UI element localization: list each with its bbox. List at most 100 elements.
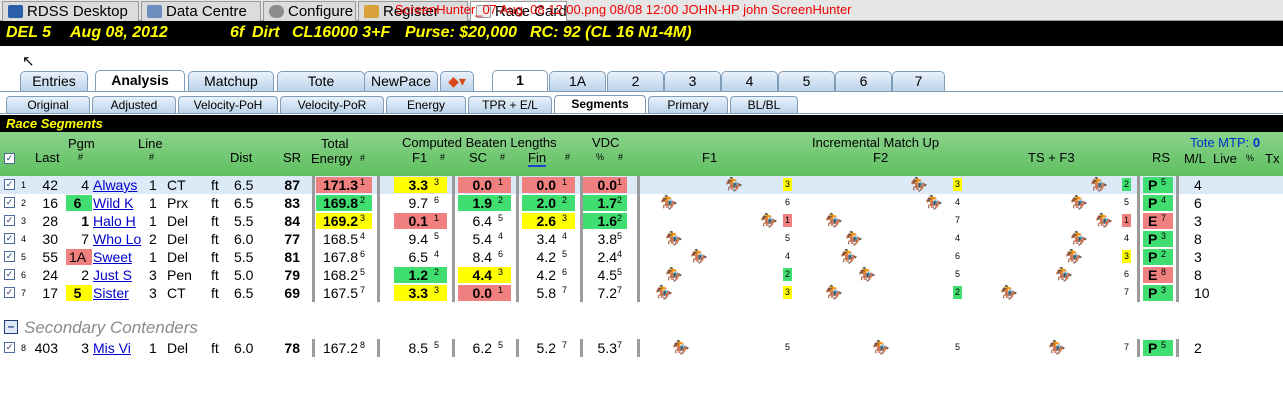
- horse-name-link[interactable]: Just S: [93, 267, 132, 283]
- table-row[interactable]: ✓ 1 42 4 Always 1 CT ft 6.5 87 171.3 1 3.3 3 0.0 1 0.0 1 0…: [0, 176, 1283, 194]
- line-number: 1: [149, 340, 157, 356]
- metric-vdc: 1.6: [597, 213, 617, 229]
- horse-name-link[interactable]: Who Lo: [93, 231, 141, 247]
- column-separator: [312, 339, 315, 357]
- metric-vdc-rank: 5: [617, 231, 623, 241]
- column-separator: [1137, 230, 1140, 248]
- column-separator: [312, 194, 315, 212]
- subtab-adjusted[interactable]: Adjusted: [92, 96, 176, 113]
- row-checkbox[interactable]: ✓: [4, 269, 15, 280]
- app-tab-rdss-desktop[interactable]: RDSS Desktop: [2, 1, 139, 21]
- app-tab-data-centre[interactable]: Data Centre: [141, 1, 261, 21]
- tab-label: RDSS Desktop: [27, 3, 128, 20]
- row-checkbox[interactable]: ✓: [4, 179, 15, 190]
- metric-f1-rank: 5: [434, 231, 440, 241]
- last-days: 16: [42, 195, 58, 211]
- table-row[interactable]: ✓ 2 16 6 Wild K 1 Prx ft 6.5 83 169.8 2 9.7 6 1.9 2 2.0 2…: [0, 194, 1283, 212]
- table-row[interactable]: ✓ 6 24 2 Just S 3 Pen ft 5.0 79 168.2 5 1.2 2 4.4 3 4.2 6…: [0, 266, 1283, 284]
- metric-f1: 9.7: [408, 195, 428, 211]
- subtab-velocity-por[interactable]: Velocity-PoR: [280, 96, 384, 113]
- tab-entries[interactable]: Entries: [20, 71, 88, 91]
- metric-f1: 3.3: [408, 285, 428, 301]
- matchup-badge: 6: [1123, 269, 1129, 279]
- subtab-bl-bl[interactable]: BL/BL: [730, 96, 798, 113]
- subtab-velocity-poh[interactable]: Velocity-PoH: [178, 96, 278, 113]
- race-class: CL16000 3+F: [292, 24, 391, 41]
- app-tab-configure[interactable]: Configure: [263, 1, 356, 21]
- horse-runner-icon: 🏇: [690, 248, 708, 264]
- column-separator: [637, 248, 640, 266]
- tab-horse-3[interactable]: 3: [664, 71, 721, 91]
- metric-sc: 6.2: [472, 340, 492, 356]
- row-checkbox[interactable]: ✓: [4, 342, 15, 353]
- tab-tool[interactable]: ◆▾: [440, 71, 474, 91]
- energy-rank: 4: [360, 231, 366, 241]
- tab-horse-2[interactable]: 2: [607, 71, 664, 91]
- row-checkbox[interactable]: ✓: [4, 287, 15, 298]
- metric-fin: 3.4: [536, 231, 556, 247]
- distance: 6.5: [234, 195, 254, 211]
- collapse-secondary-button[interactable]: –: [4, 320, 18, 334]
- column-separator: [312, 230, 315, 248]
- select-all-checkbox[interactable]: ✓: [4, 153, 15, 164]
- speed-rating: 69: [284, 285, 300, 301]
- subtab-primary[interactable]: Primary: [648, 96, 728, 113]
- horse-name-link[interactable]: Always: [93, 177, 137, 193]
- header-fin[interactable]: Fin: [528, 150, 547, 167]
- column-separator: [377, 230, 380, 248]
- column-separator: [452, 212, 455, 230]
- metric-vdc: 7.2: [597, 285, 617, 301]
- subtab-divider: [0, 113, 1283, 114]
- tab-newpace[interactable]: NewPace: [364, 71, 438, 91]
- desktop-icon: [8, 5, 23, 18]
- horse-name-link[interactable]: Sweet: [93, 249, 132, 265]
- subtab-segments[interactable]: Segments: [554, 95, 646, 113]
- speed-rating: 83: [284, 195, 300, 211]
- row-checkbox[interactable]: ✓: [4, 233, 15, 244]
- subtab-original[interactable]: Original: [6, 96, 90, 113]
- tab-horse-6[interactable]: 6: [835, 71, 892, 91]
- row-checkbox[interactable]: ✓: [4, 251, 15, 262]
- metric-sc-rank: 1: [498, 177, 504, 187]
- horse-name-link[interactable]: Mis Vi: [93, 340, 131, 356]
- table-row[interactable]: ✓ 8 403 3 Mis Vi 1 Del ft 6.0 78 167.2 8 8.5 5 6.2 5 5.2…: [0, 339, 1283, 357]
- track-code: Pen: [167, 267, 192, 283]
- horse-name-link[interactable]: Wild K: [93, 195, 133, 211]
- header-fin-hash: #: [565, 152, 571, 162]
- running-style: E: [1148, 213, 1158, 229]
- tab-matchup[interactable]: Matchup: [188, 71, 274, 91]
- tab-horse-7[interactable]: 7: [892, 71, 945, 91]
- row-checkbox[interactable]: ✓: [4, 215, 15, 226]
- total-energy: 171.3: [322, 177, 358, 193]
- column-separator: [312, 248, 315, 266]
- column-separator: [637, 284, 640, 302]
- row-checkbox[interactable]: ✓: [4, 197, 15, 208]
- tab-horse-1a[interactable]: 1A: [549, 71, 606, 91]
- table-row[interactable]: ✓ 5 55 1A Sweet 1 Del ft 5.5 81 167.8 6 6.5 4 8.4 6 4.2 5…: [0, 248, 1283, 266]
- tab-tote[interactable]: Tote: [277, 71, 365, 91]
- horse-name-link[interactable]: Halo H: [93, 213, 136, 229]
- race-rating: RC: 92 (CL 16 N1-4M): [530, 24, 692, 41]
- table-row[interactable]: ✓ 7 17 5 Sister 3 CT ft 6.5 69 167.5 7 3.3 3 0.0 1 5.8 7 7…: [0, 284, 1283, 302]
- secondary-contenders-title: Secondary Contenders: [24, 318, 198, 337]
- running-style: P: [1148, 340, 1158, 356]
- tab-horse-1[interactable]: 1: [492, 70, 548, 91]
- race-header-bar: DEL 5 Aug 08, 2012 6f Dirt CL16000 3+F P…: [0, 21, 1283, 46]
- column-separator: [637, 339, 640, 357]
- program-number: 1: [81, 213, 89, 229]
- horse-name-link[interactable]: Sister: [93, 285, 129, 301]
- table-row[interactable]: ✓ 3 28 1 Halo H 1 Del ft 5.5 84 169.2 3 0.1 1 6.4 5 2.6 3…: [0, 212, 1283, 230]
- metric-fin-rank: 7: [562, 285, 568, 295]
- distance: 6.5: [234, 285, 254, 301]
- tab-horse-5[interactable]: 5: [778, 71, 835, 91]
- tab-analysis[interactable]: Analysis: [95, 70, 185, 91]
- metric-fin: 5.8: [536, 285, 556, 301]
- subtab-tpr-el[interactable]: TPR + E/L: [468, 96, 552, 113]
- running-style-rank: 5: [1161, 177, 1167, 187]
- column-separator: [637, 176, 640, 194]
- line-number: 1: [149, 195, 157, 211]
- tab-horse-4[interactable]: 4: [721, 71, 778, 91]
- speed-rating: 79: [284, 267, 300, 283]
- table-row[interactable]: ✓ 4 30 7 Who Lo 2 Del ft 6.0 77 168.5 4 9.4 5 5.4 4 3.4 4…: [0, 230, 1283, 248]
- subtab-energy[interactable]: Energy: [386, 96, 466, 113]
